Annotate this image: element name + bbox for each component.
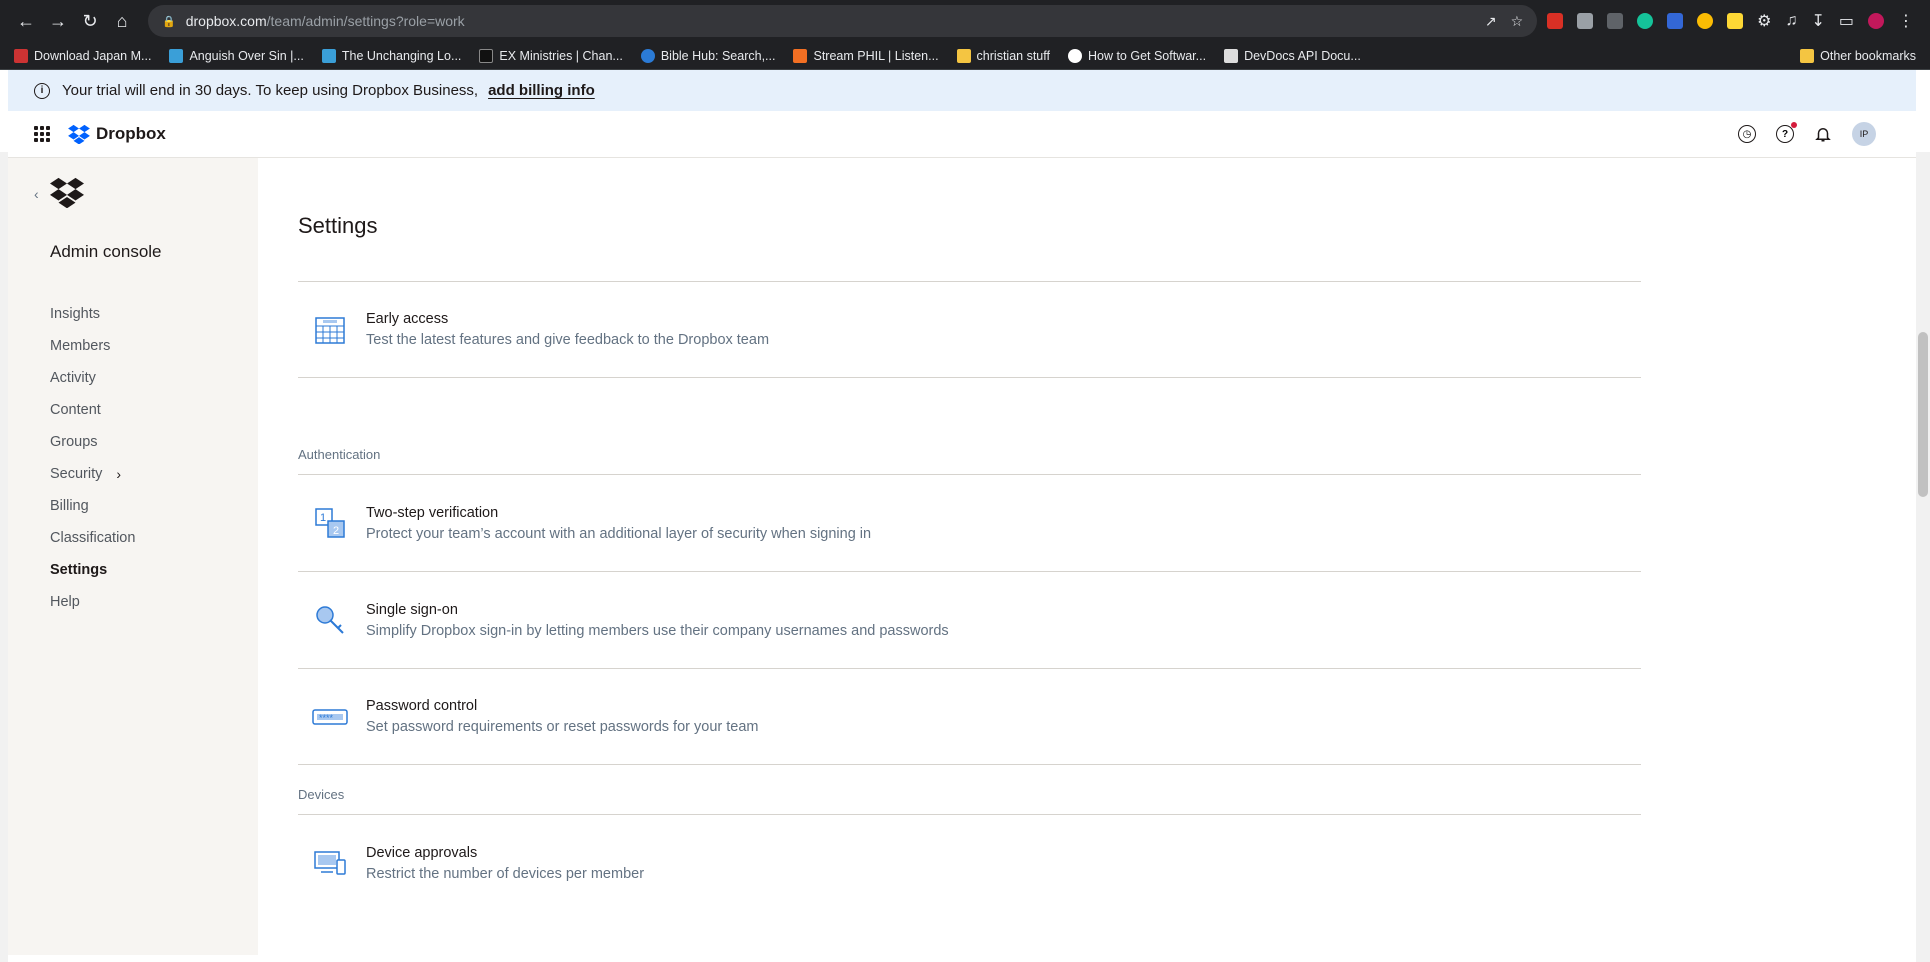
sidebar-item-settings[interactable]: Settings [50,554,135,586]
devices-icon [312,845,348,881]
page-title: Settings [298,213,378,238]
settings-content: Settings Early access Test the latest fe… [258,158,1916,955]
pdf-extension-icon[interactable] [1547,13,1564,29]
home-icon[interactable]: ⌂ [106,5,138,37]
device-approvals-row[interactable]: Device approvals Restrict the number of … [298,814,1641,911]
row-title: Password control [366,698,478,714]
url-host: dropbox.com [185,13,267,29]
sidebar-item-help[interactable]: Help [50,586,135,618]
back-icon[interactable]: ← [10,5,42,37]
sidebar-item-classification[interactable]: Classification [50,522,135,554]
svg-text:1: 1 [320,512,326,524]
sidebar-item-activity[interactable]: Activity [50,362,135,394]
early-access-section: Early access Test the latest features an… [298,281,1641,378]
section-label: Devices [298,787,345,802]
sidepanel-icon[interactable]: ▭ [1839,11,1854,31]
address-bar[interactable]: 🔒 dropbox.com/team/admin/settings?role=w… [148,5,1538,37]
chevron-right-icon: › [116,466,122,482]
svg-text:****: **** [319,713,334,723]
page-scrollbar[interactable] [1916,152,1930,962]
bookmark-0[interactable]: Download Japan M... [14,48,151,63]
calendar-icon [312,312,348,348]
puzzle-icon[interactable]: ⚙ [1757,11,1771,31]
sidebar-item-groups[interactable]: Groups [50,426,135,458]
row-title: Device approvals [366,844,478,861]
two-step-icon: 12 [312,505,348,541]
share-icon[interactable]: ↗ [1485,13,1497,30]
bookmarks-bar: Download Japan M... Anguish Over Sin |..… [0,42,1930,70]
sidebar-item-members[interactable]: Members [50,330,135,362]
early-access-row[interactable]: Early access Test the latest features an… [298,281,1641,378]
row-title: Early access [366,311,449,327]
row-description: Set password requirements or reset passw… [366,719,759,735]
admin-sidebar: ‹ Admin console Insights Members Activit… [8,158,258,955]
browser-toolbar: ← → ↻ ⌂ 🔒 dropbox.com/team/admin/setting… [0,0,1930,42]
admin-console-title: Admin console [50,242,162,261]
bookmark-5[interactable]: Stream PHIL | Listen... [793,48,939,63]
lock-icon: 🔒 [162,15,176,28]
bookmark-1[interactable]: Anguish Over Sin |... [169,48,304,63]
app-grid-icon[interactable] [34,126,50,142]
bookmark-2[interactable]: The Unchanging Lo... [321,48,461,63]
url-path: /team/admin/settings?role=work [266,13,465,29]
sidebar-item-content[interactable]: Content [50,394,135,426]
trial-banner: i Your trial will end in 30 days. To kee… [8,70,1916,111]
password-field-icon: **** [312,699,348,735]
sidebar-item-billing[interactable]: Billing [50,490,135,522]
row-description: Restrict the number of devices per membe… [366,865,645,882]
profile-avatar-icon[interactable] [1868,13,1884,29]
media-icon[interactable]: ♫ [1785,12,1797,30]
bookmark-4[interactable]: Bible Hub: Search,... [640,48,775,63]
row-description: Simplify Dropbox sign-in by letting memb… [366,622,949,639]
row-title: Single sign-on [366,601,458,618]
dropbox-logo[interactable]: Dropbox [68,124,166,144]
authentication-section: Authentication 12 Two-step verification … [298,447,1641,765]
app-header: Dropbox ◷ ? IP [8,111,1916,158]
add-billing-link[interactable]: add billing info [488,82,595,99]
reload-icon[interactable]: ↻ [74,5,106,37]
sidebar-item-insights[interactable]: Insights [50,298,135,330]
page-gutter [0,152,8,962]
extension-icon[interactable] [1727,13,1744,29]
key-icon [312,602,348,638]
row-title: Two-step verification [366,504,499,521]
sidebar-item-security[interactable]: Security › [50,458,135,490]
extension-icon[interactable] [1577,13,1594,29]
bell-icon[interactable] [1814,125,1832,143]
grammarly-icon[interactable] [1637,13,1654,29]
section-label: Authentication [298,447,381,462]
sidebar-nav: Insights Members Activity Content Groups… [50,298,135,618]
row-description: Protect your team’s account with an addi… [366,525,872,542]
shield-extension-icon[interactable] [1607,13,1624,29]
forward-icon[interactable]: → [42,5,74,37]
menu-icon[interactable]: ⋮ [1898,11,1914,31]
bookmark-8[interactable]: DevDocs API Docu... [1224,48,1361,63]
chevron-left-icon[interactable]: ‹ [34,186,39,202]
star-icon[interactable]: ☆ [1511,13,1524,30]
help-icon[interactable]: ? [1776,122,1797,143]
other-bookmarks[interactable]: Other bookmarks [1800,48,1916,63]
dropbox-logo-icon [68,124,90,144]
dropbox-mark-icon[interactable] [50,176,84,208]
clock-icon[interactable]: ◷ [1738,125,1756,143]
notification-dot [1791,122,1797,128]
info-icon: i [34,82,50,99]
banner-text: Your trial will end in 30 days. To keep … [62,82,479,99]
bookmark-7[interactable]: How to Get Softwar... [1067,48,1206,63]
extension-icon[interactable] [1667,13,1684,29]
avatar[interactable]: IP [1852,122,1876,146]
single-sign-on-row[interactable]: Single sign-on Simplify Dropbox sign-in … [298,571,1641,668]
svg-text:2: 2 [333,525,339,537]
password-control-row[interactable]: **** Password control Set password requi… [298,668,1641,765]
two-step-verification-row[interactable]: 12 Two-step verification Protect your te… [298,474,1641,571]
bookmark-3[interactable]: EX Ministries | Chan... [479,48,623,63]
brand-name: Dropbox [96,124,166,143]
download-icon[interactable]: ↧ [1811,11,1824,31]
bookmark-folder[interactable]: christian stuff [956,48,1050,63]
extensions-bar: ⚙ ♫ ↧ ▭ ⋮ [1547,11,1914,31]
extension-icon[interactable] [1697,13,1714,29]
devices-section: Devices Device approvals Restrict the nu… [298,787,1641,911]
scrollbar-thumb[interactable] [1918,332,1928,497]
row-description: Test the latest features and give feedba… [366,332,770,348]
